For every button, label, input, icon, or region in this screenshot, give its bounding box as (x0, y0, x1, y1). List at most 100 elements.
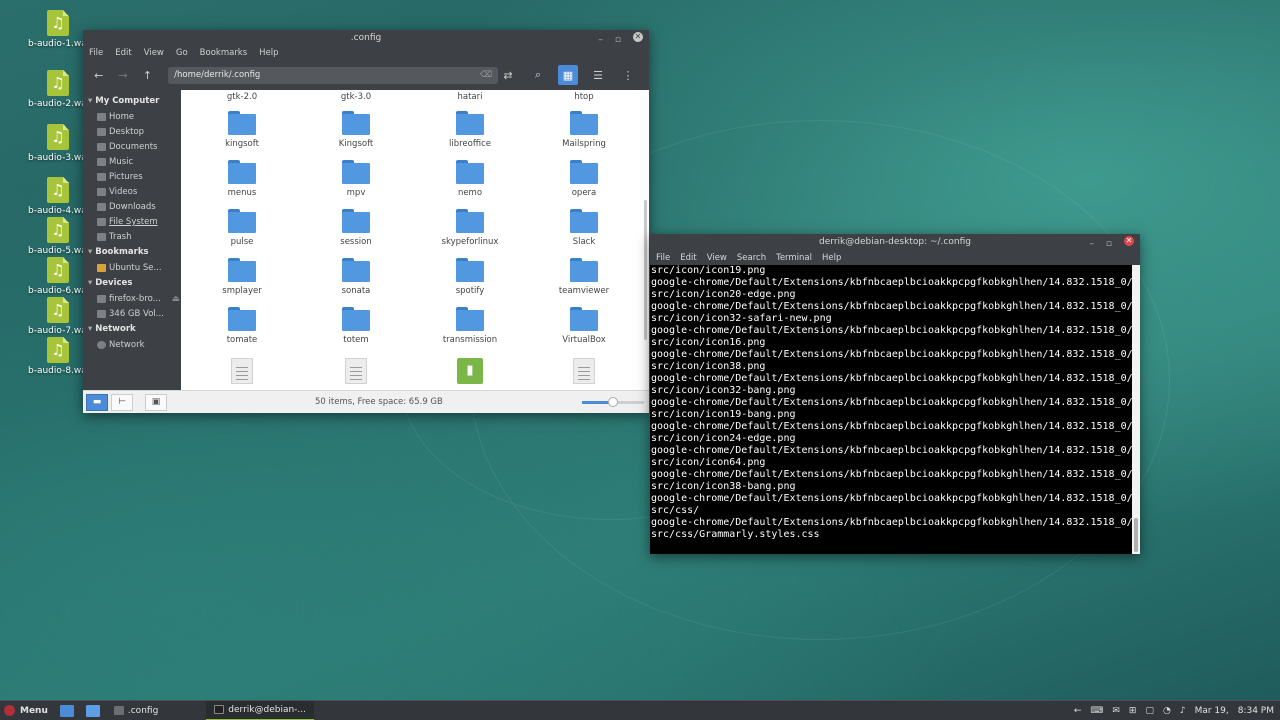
file-manager-launcher-icon[interactable] (85, 704, 100, 717)
close-icon[interactable]: ✕ (1124, 236, 1134, 246)
menu-button[interactable]: Menu (0, 705, 54, 716)
zoom-slider-handle[interactable] (608, 397, 618, 407)
eject-icon[interactable]: ⏏ (172, 294, 180, 304)
sidebar-item-network[interactable]: Network (83, 338, 181, 353)
folder-item[interactable]: smplayer (192, 258, 292, 296)
folder-item[interactable]: libreoffice (420, 111, 520, 149)
close-icon[interactable]: ✕ (633, 32, 643, 42)
folder-item[interactable]: opera (534, 160, 634, 198)
sidebar-heading-devices[interactable]: Devices (83, 276, 181, 292)
desktop-file-icon[interactable]: ♫ b-audio-6.wa (28, 257, 88, 296)
terminal-titlebar[interactable]: derrik@debian-desktop: ~/.config – ▫ ✕ (650, 234, 1140, 251)
desktop-file-icon[interactable]: ♫ b-audio-3.wa (28, 124, 88, 163)
terminal-window[interactable]: derrik@debian-desktop: ~/.config – ▫ ✕ F… (650, 234, 1140, 554)
menu-edit[interactable]: Edit (115, 46, 131, 60)
folder-item[interactable]: Mailspring (534, 111, 634, 149)
menu-view[interactable]: View (144, 46, 164, 60)
desktop-file-icon[interactable]: ♫ b-audio-8.wa (28, 337, 88, 376)
folder-item[interactable]: kingsoft (192, 111, 292, 149)
folder-item[interactable]: spotify (420, 258, 520, 296)
folder-item[interactable]: VirtualBox (534, 307, 634, 345)
icon-view-icon[interactable]: ▦ (558, 65, 578, 85)
sidebar-item-device-volume[interactable]: 346 GB Vol... (83, 307, 181, 322)
zoom-slider[interactable] (582, 397, 644, 407)
sidebar-item-home[interactable]: Home (83, 110, 181, 125)
task-file-manager[interactable]: .config (106, 701, 166, 720)
folder-item[interactable]: tomate (192, 307, 292, 345)
back-icon[interactable]: ← (89, 65, 108, 85)
file-item[interactable] (534, 358, 634, 384)
volume-icon[interactable]: ♪ (1180, 706, 1186, 716)
folder-item[interactable]: gtk-3.0 (306, 92, 406, 102)
folder-item[interactable]: Slack (534, 209, 634, 247)
file-item[interactable]: ▮ (420, 358, 520, 384)
folder-item[interactable]: hatari (420, 92, 520, 102)
location-bar[interactable]: /home/derrik/.config ⌫ (168, 66, 498, 84)
toggle-location-icon[interactable]: ⇄ (498, 65, 518, 85)
menu-edit[interactable]: Edit (680, 251, 696, 265)
clock-time[interactable]: 8:34 PM (1238, 706, 1274, 716)
sidebar-item-downloads[interactable]: Downloads (83, 200, 181, 215)
menu-go[interactable]: Go (176, 46, 188, 60)
menu-view[interactable]: View (707, 251, 727, 265)
sidebar-item-documents[interactable]: Documents (83, 140, 181, 155)
desktop-file-icon[interactable]: ♫ b-audio-7.wa (28, 297, 88, 336)
menu-terminal[interactable]: Terminal (776, 251, 812, 265)
minimize-icon[interactable]: – (598, 32, 603, 48)
desktop-file-icon[interactable]: ♫ b-audio-2.wa (28, 70, 88, 109)
up-icon[interactable]: ↑ (138, 65, 157, 85)
folder-item[interactable]: mpv (306, 160, 406, 198)
menu-search[interactable]: Search (737, 251, 766, 265)
minimize-icon[interactable]: – (1089, 236, 1094, 253)
sidebar-heading-network[interactable]: Network (83, 322, 181, 338)
clock-date[interactable]: Mar 19, (1195, 706, 1229, 716)
terminal-output[interactable]: src/icon/icon19.png google-chrome/Default… (650, 265, 1132, 554)
notifications-icon[interactable]: ▢ (1145, 706, 1154, 716)
folder-item[interactable]: sonata (306, 258, 406, 296)
menu-file[interactable]: File (89, 46, 103, 60)
file-item[interactable] (192, 358, 292, 384)
forward-icon[interactable]: → (113, 65, 132, 85)
messaging-icon[interactable]: ✉ (1112, 706, 1120, 716)
show-desktop-icon[interactable] (59, 704, 74, 717)
clear-icon[interactable]: ⌫ (480, 67, 492, 84)
folder-item[interactable]: nemo (420, 160, 520, 198)
maximize-icon[interactable]: ▫ (1106, 236, 1112, 253)
file-view[interactable]: gtk-2.0 gtk-3.0 hatari htop kingsoft Kingsoft… (181, 90, 649, 390)
sidebar-heading-my-computer[interactable]: My Computer (83, 94, 181, 110)
terminal-scrollbar[interactable] (1132, 265, 1140, 554)
maximize-icon[interactable]: ▫ (615, 32, 621, 48)
folder-item[interactable]: menus (192, 160, 292, 198)
show-places-icon[interactable]: ▬ (86, 393, 108, 411)
sidebar-item-file-system[interactable]: File System (83, 215, 181, 230)
sidebar-item-trash[interactable]: Trash (83, 230, 181, 245)
folder-item[interactable]: Kingsoft (306, 111, 406, 149)
folder-item[interactable]: gtk-2.0 (192, 92, 292, 102)
desktop-file-icon[interactable]: ♫ b-audio-1.wa (28, 10, 88, 49)
sidebar-item-videos[interactable]: Videos (83, 185, 181, 200)
folder-item[interactable]: session (306, 209, 406, 247)
search-icon[interactable]: ⌕ (528, 65, 548, 85)
list-view-icon[interactable]: ☰ (588, 65, 608, 85)
compact-view-icon[interactable]: ⋮ (618, 65, 638, 85)
folder-item[interactable]: pulse (192, 209, 292, 247)
toggle-sidebar-icon[interactable]: ▣ (145, 393, 167, 411)
sidebar-item-desktop[interactable]: Desktop (83, 125, 181, 140)
sidebar-item-music[interactable]: Music (83, 155, 181, 170)
update-icon[interactable]: ◔ (1163, 706, 1171, 716)
network-icon[interactable]: ⊞ (1129, 706, 1137, 716)
folder-item[interactable]: htop (534, 92, 634, 102)
desktop-file-icon[interactable]: ♫ b-audio-5.wa (28, 217, 88, 256)
task-terminal[interactable]: derrik@debian-... (206, 700, 314, 720)
file-item[interactable] (306, 358, 406, 384)
sidebar-heading-bookmarks[interactable]: Bookmarks (83, 245, 181, 261)
desktop-file-icon[interactable]: ♫ b-audio-4.wa (28, 177, 88, 216)
sidebar-item-bookmark[interactable]: Ubuntu Se... (83, 261, 181, 276)
file-view-scrollbar[interactable] (644, 200, 647, 340)
sidebar-item-device-firefox[interactable]: firefox-bro... ⏏ (83, 292, 181, 307)
sidebar-item-pictures[interactable]: Pictures (83, 170, 181, 185)
back-arrow-icon[interactable]: ← (1074, 706, 1082, 716)
menu-bookmarks[interactable]: Bookmarks (200, 46, 248, 60)
menu-help[interactable]: Help (259, 46, 278, 60)
keyboard-icon[interactable]: ⌨ (1090, 706, 1103, 716)
